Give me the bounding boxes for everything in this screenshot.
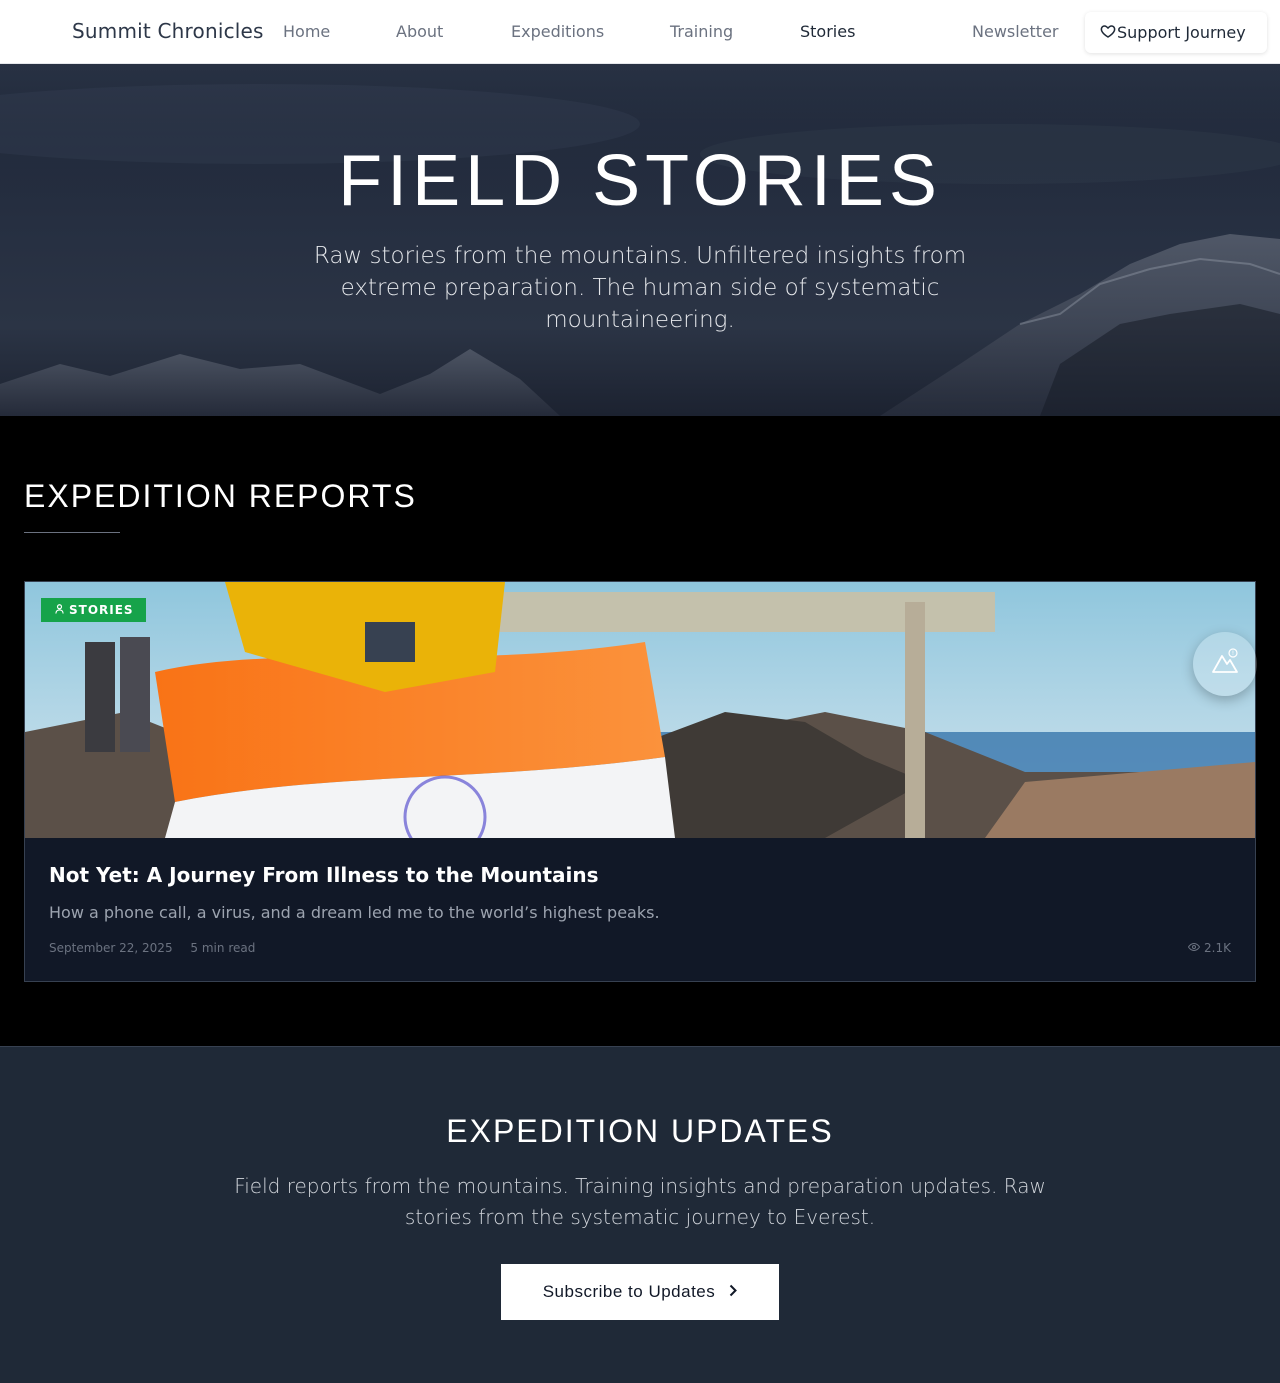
subscribe-button-label: Subscribe to Updates bbox=[542, 1282, 716, 1301]
section-title-reports: EXPEDITION REPORTS bbox=[24, 478, 417, 514]
heart-icon bbox=[1100, 23, 1116, 43]
eye-icon bbox=[1187, 941, 1201, 955]
notification-indicator: ! bbox=[1232, 650, 1234, 657]
mountain-icon: ! bbox=[1210, 647, 1240, 681]
story-cover-image bbox=[25, 582, 1255, 838]
story-title[interactable]: Not Yet: A Journey From Illness to the M… bbox=[49, 863, 599, 887]
story-views: 2.1K bbox=[1187, 941, 1231, 955]
site-brand[interactable]: Summit Chronicles bbox=[72, 19, 264, 43]
nav-link-stories[interactable]: Stories bbox=[800, 22, 855, 41]
story-meta: September 22, 2025 5 min read bbox=[49, 941, 255, 955]
nav-link-about[interactable]: About bbox=[396, 22, 443, 41]
nav-link-newsletter[interactable]: Newsletter bbox=[972, 22, 1059, 41]
nav-link-expeditions[interactable]: Expeditions bbox=[511, 22, 604, 41]
chevron-right-icon bbox=[729, 1282, 738, 1302]
top-navigation: Summit Chronicles Home About Expeditions… bbox=[0, 0, 1280, 64]
user-icon bbox=[55, 603, 64, 617]
section-title-updates: EXPEDITION UPDATES bbox=[446, 1113, 834, 1149]
nav-link-home[interactable]: Home bbox=[283, 22, 330, 41]
category-badge-label: STORIES bbox=[69, 603, 134, 617]
nav-link-training[interactable]: Training bbox=[670, 22, 733, 41]
updates-section: EXPEDITION UPDATES Field reports from th… bbox=[0, 1046, 1280, 1383]
support-journey-button[interactable]: Support Journey bbox=[1085, 12, 1267, 53]
category-badge[interactable]: STORIES bbox=[41, 598, 146, 622]
floating-mountain-button[interactable]: ! bbox=[1193, 632, 1257, 696]
subscribe-button[interactable]: Subscribe to Updates bbox=[501, 1264, 779, 1320]
hero-banner: FIELD STORIES Raw stories from the mount… bbox=[0, 64, 1280, 416]
page-title: FIELD STORIES bbox=[338, 141, 942, 221]
section-divider bbox=[24, 532, 120, 533]
story-excerpt: How a phone call, a virus, and a dream l… bbox=[49, 903, 660, 922]
story-card[interactable]: STORIES Not Yet: A Journey From Illness … bbox=[24, 581, 1256, 982]
story-date: September 22, 2025 bbox=[49, 941, 173, 955]
story-read-time: 5 min read bbox=[190, 941, 256, 955]
updates-description: Field reports from the mountains. Traini… bbox=[234, 1174, 1046, 1229]
story-view-count: 2.1K bbox=[1204, 941, 1231, 955]
hero-subtitle: Raw stories from the mountains. Unfilter… bbox=[313, 243, 967, 333]
support-journey-label: Support Journey bbox=[1117, 23, 1246, 42]
